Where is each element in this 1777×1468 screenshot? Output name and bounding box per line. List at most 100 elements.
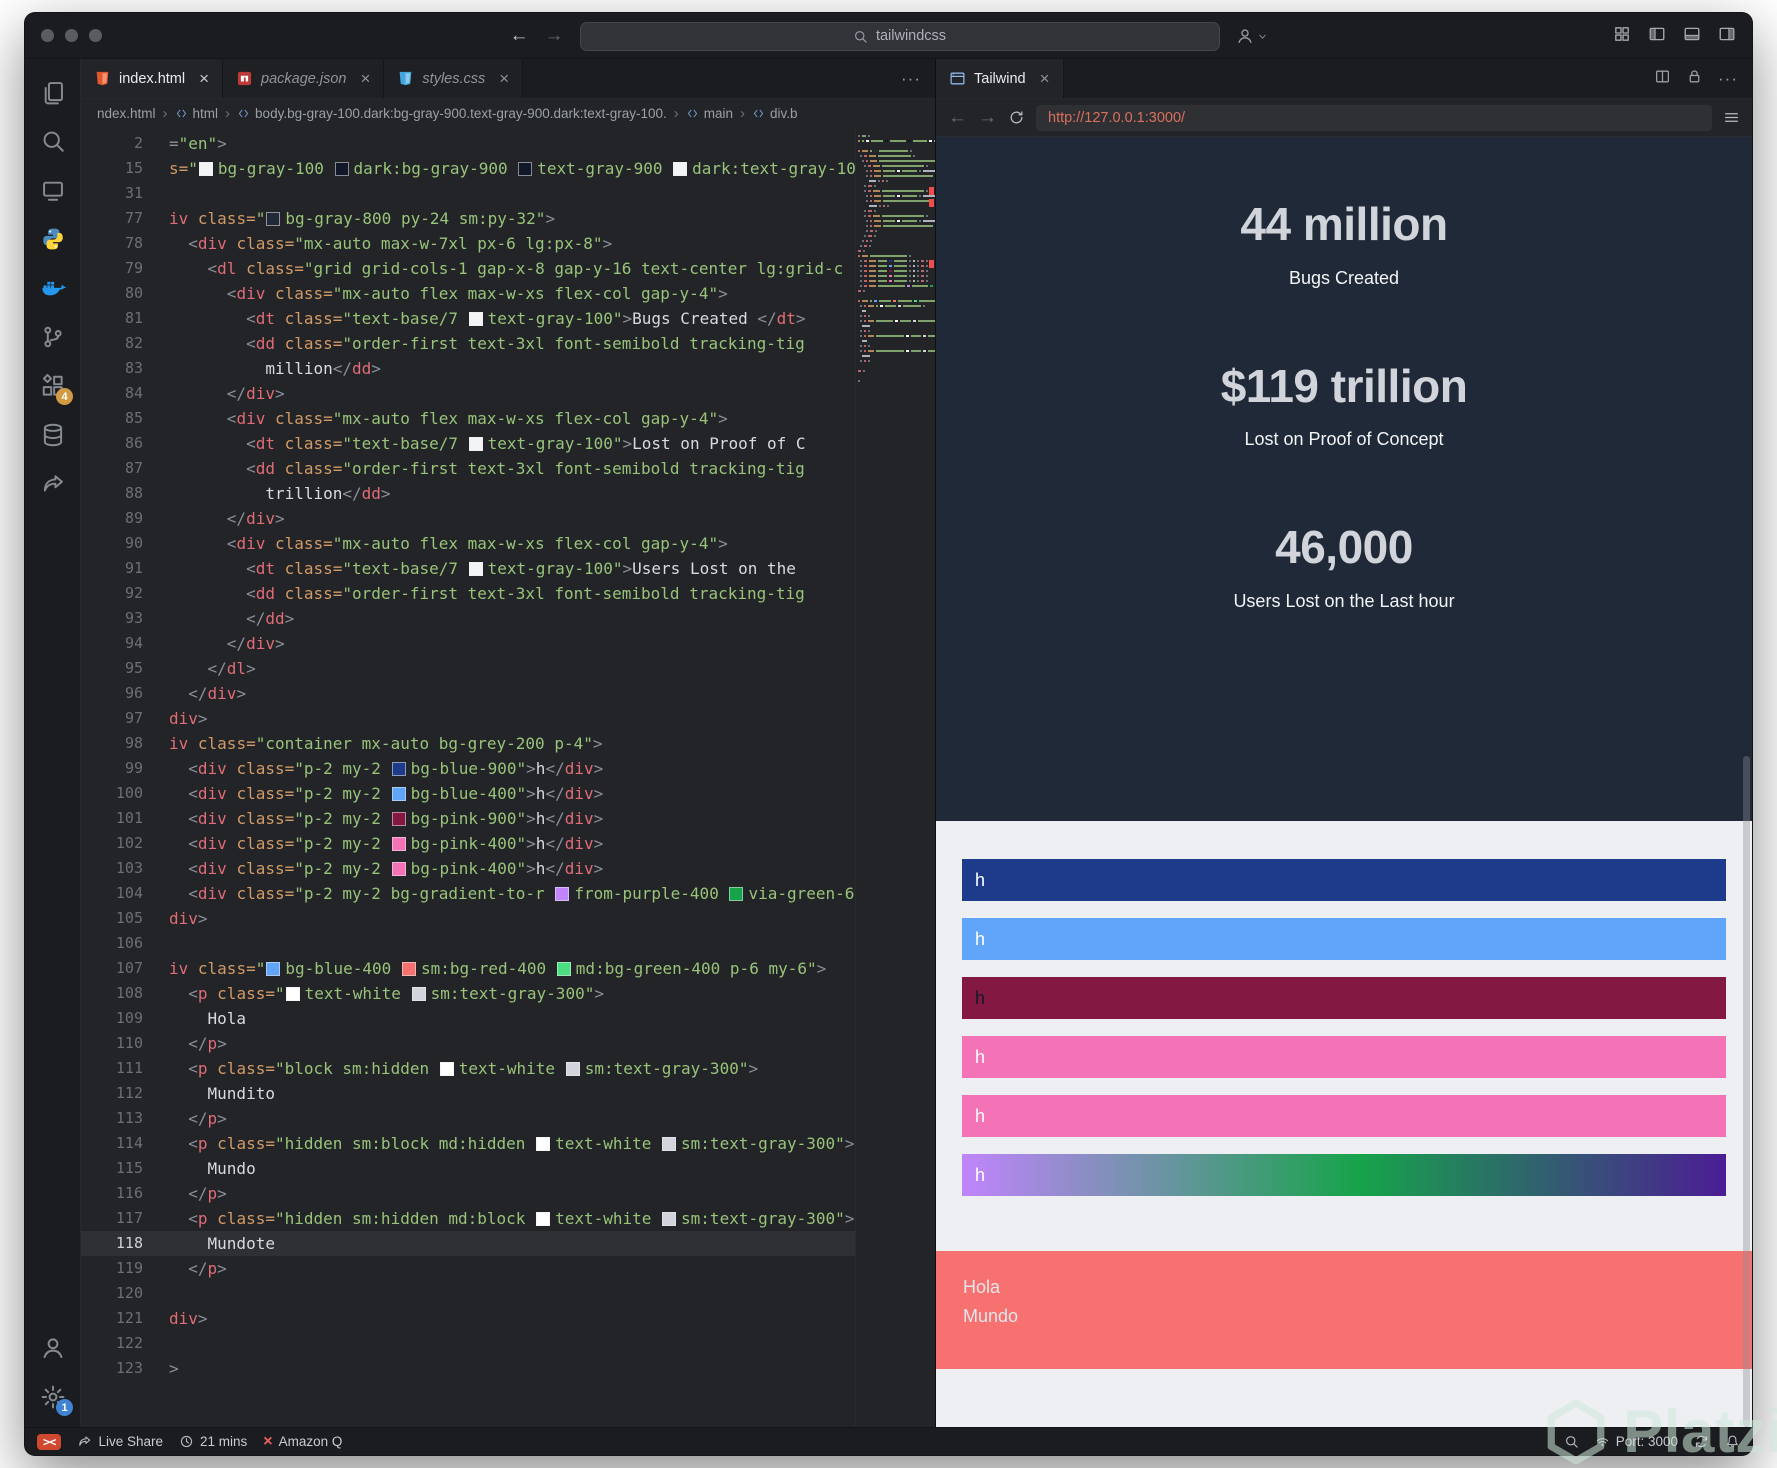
line-number: 122 [115,1334,143,1352]
error-marker [929,260,934,268]
activity-item-database[interactable] [25,410,80,459]
status-item-amazon-q[interactable]: × Amazon Q [263,1433,342,1450]
activity-item-search[interactable] [25,116,80,165]
status-item-port-3000[interactable]: Port: 3000 [1595,1434,1678,1449]
code-line: 101 <div class="p-2 my-2 bg-pink-900">h<… [81,806,855,831]
browser-viewport: 44 million Bugs Created $119 trillion Lost … [936,137,1752,1427]
color-swatch [391,837,406,851]
history-forward-button[interactable]: → [545,25,564,47]
activity-item-extensions[interactable]: 4 [25,361,80,410]
menu-icon[interactable] [1723,109,1740,126]
split-editor-icon [1654,68,1671,85]
activity-badge: 4 [56,388,73,405]
line-content: trillion</dd> [169,484,391,503]
squares-grid-button[interactable] [1613,25,1631,48]
url-field[interactable]: http://127.0.0.1:3000/ [1036,104,1712,131]
breadcrumb-text: main [703,105,734,121]
layout-sidebar-left-icon [1648,25,1666,43]
layout-sidebar-right-button[interactable] [1718,25,1736,48]
status-item-bell[interactable] [1725,1434,1740,1449]
symbol-tag-icon [175,107,188,120]
salmon-text-line: Mundo [963,1306,1019,1326]
split-editor-button[interactable] [1654,68,1671,90]
layout-sidebar-left-button[interactable] [1648,25,1666,48]
layout-panel-button[interactable] [1683,25,1701,48]
search-icon [853,29,868,44]
breadcrumb-separator: › [162,104,168,122]
editor-tab-styles.css[interactable]: styles.css × [384,59,524,98]
account-icon [40,1335,66,1361]
activity-item-docker[interactable] [25,263,80,312]
status-item-sync[interactable] [1694,1434,1709,1449]
minimize-window-button[interactable] [65,29,78,42]
breadcrumb-item[interactable]: html [175,106,218,121]
line-content: div> [169,1309,208,1328]
line-content: Mundote [169,1234,275,1253]
stat-label: Lost on Proof of Concept [1244,429,1444,450]
explorer-icon [40,79,66,105]
activity-item-source-control[interactable] [25,312,80,361]
status-item-21-mins[interactable]: 21 mins [179,1434,247,1449]
line-content: <dd class="order-first text-3xl font-sem… [169,334,805,353]
activity-item-remote-explorer[interactable] [25,165,80,214]
code-line: 93 </dd> [81,606,855,631]
more-editor-actions-button[interactable]: ··· [887,69,935,89]
code-line: 103 <div class="p-2 my-2 bg-pink-400">h<… [81,856,855,881]
stat-label: Users Lost on the Last hour [1233,590,1455,611]
error-marker [929,187,934,195]
line-number: 107 [115,959,143,977]
line-content: </p> [169,1109,227,1128]
code-line: 109 Hola [81,1006,855,1031]
line-number: 77 [124,209,143,227]
breadcrumb-item[interactable]: main [686,106,733,121]
reload-icon[interactable] [1008,109,1025,126]
code-line: 123 > [81,1356,855,1381]
tab-tailwind-preview[interactable]: Tailwind × [936,59,1064,98]
activity-item-explorer[interactable] [25,67,80,116]
breadcrumb-separator: › [673,104,679,122]
line-number: 91 [124,559,143,577]
minimap[interactable] [855,127,935,1427]
history-back-button[interactable]: ← [510,25,529,47]
code-editor[interactable]: 2 ="en"> 15 s=" bg-gray-100 dark:bg-gray-900… [81,127,855,1427]
activity-item-account[interactable] [25,1323,80,1372]
activity-item-live-share[interactable] [25,459,80,508]
status-item-search[interactable] [1564,1434,1579,1449]
line-number: 106 [115,934,143,952]
line-number: 114 [115,1134,143,1152]
line-content: iv class=" bg-blue-400 sm:bg-red-400 md:b… [169,959,827,978]
breadcrumb-item[interactable]: div.b [752,106,798,121]
broadcast-icon [1595,1434,1610,1449]
profile-button[interactable] [1236,27,1268,45]
code-line: 107 iv class=" bg-blue-400 sm:bg-red-400 m… [81,956,855,981]
hola-mundo-section: Hola Mundo [936,1251,1752,1369]
line-content: <dt class="text-base/7 text-gray-100">Lo… [169,434,806,453]
breadcrumb-item[interactable]: body.bg-gray-100.dark:bg-gray-900.text-g… [237,106,667,121]
code-line: 119 </p> [81,1256,855,1281]
lock-button[interactable] [1686,68,1703,90]
close-window-button[interactable] [41,29,54,42]
status-item--[interactable]: >< [37,1433,62,1450]
close-icon[interactable]: × [360,70,370,87]
activity-item-python[interactable] [25,214,80,263]
editor-tab-index.html[interactable]: index.html × [81,59,224,98]
close-icon[interactable]: × [499,70,509,87]
line-number: 104 [115,884,143,902]
preview-scrollbar[interactable] [1743,756,1750,1427]
breadcrumb-item[interactable]: ndex.html [97,106,156,121]
command-center-search[interactable]: tailwindcss [579,21,1220,51]
more-actions-button[interactable]: ··· [1718,69,1738,89]
close-icon[interactable]: × [1040,70,1050,87]
browser-back-button[interactable]: ← [948,107,967,129]
stats-section: 44 million Bugs Created $119 trillion Lost … [936,137,1752,821]
browser-forward-button[interactable]: → [978,107,997,129]
preview-color-bar: h [962,1154,1726,1196]
line-content: </dd> [169,609,295,628]
status-item-live-share[interactable]: Live Share [77,1434,163,1449]
zoom-window-button[interactable] [89,29,102,42]
code-line: 91 <dt class="text-base/7 text-gray-100"… [81,556,855,581]
editor-tab-package.json[interactable]: package.json × [223,59,385,98]
vscode-window: ← → tailwindcss 4 1 index.html × package.j… [24,12,1753,1456]
close-icon[interactable]: × [199,70,209,87]
activity-item-settings[interactable]: 1 [25,1372,80,1421]
